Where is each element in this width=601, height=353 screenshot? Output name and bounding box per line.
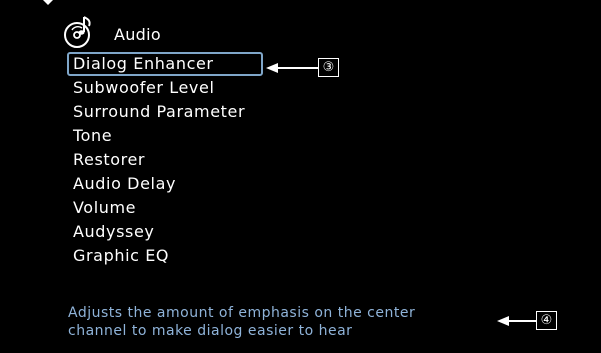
audio-disc-note-icon (64, 16, 91, 48)
top-marker-icon (43, 0, 53, 5)
menu-item-volume[interactable]: Volume (67, 196, 263, 220)
description-line-2: channel to make dialog easier to hear (68, 323, 353, 339)
callout-description: ④ (497, 311, 557, 330)
item-description: Adjusts the amount of emphasis on the ce… (68, 304, 415, 340)
menu-item-subwoofer-level[interactable]: Subwoofer Level (67, 76, 263, 100)
callout-line (278, 66, 318, 69)
callout-number: ④ (536, 311, 557, 330)
menu-item-audyssey[interactable]: Audyssey (67, 220, 263, 244)
callout-selected-item: ③ (266, 58, 339, 77)
page-title: Audio (114, 24, 161, 44)
arrow-left-icon (497, 315, 509, 326)
audio-settings-menu: Dialog Enhancer Subwoofer Level Surround… (67, 52, 263, 268)
menu-item-surround-parameter[interactable]: Surround Parameter (67, 100, 263, 124)
arrow-left-icon (266, 62, 278, 73)
menu-item-dialog-enhancer[interactable]: Dialog Enhancer (67, 52, 263, 76)
audio-menu-screen: Audio Dialog Enhancer Subwoofer Level Su… (0, 0, 601, 353)
callout-number: ③ (318, 58, 339, 77)
menu-item-tone[interactable]: Tone (67, 124, 263, 148)
callout-line (509, 319, 536, 322)
menu-header: Audio (62, 14, 161, 50)
menu-item-graphic-eq[interactable]: Graphic EQ (67, 244, 263, 268)
description-line-1: Adjusts the amount of emphasis on the ce… (68, 305, 416, 321)
menu-item-audio-delay[interactable]: Audio Delay (67, 172, 263, 196)
menu-item-restorer[interactable]: Restorer (67, 148, 263, 172)
